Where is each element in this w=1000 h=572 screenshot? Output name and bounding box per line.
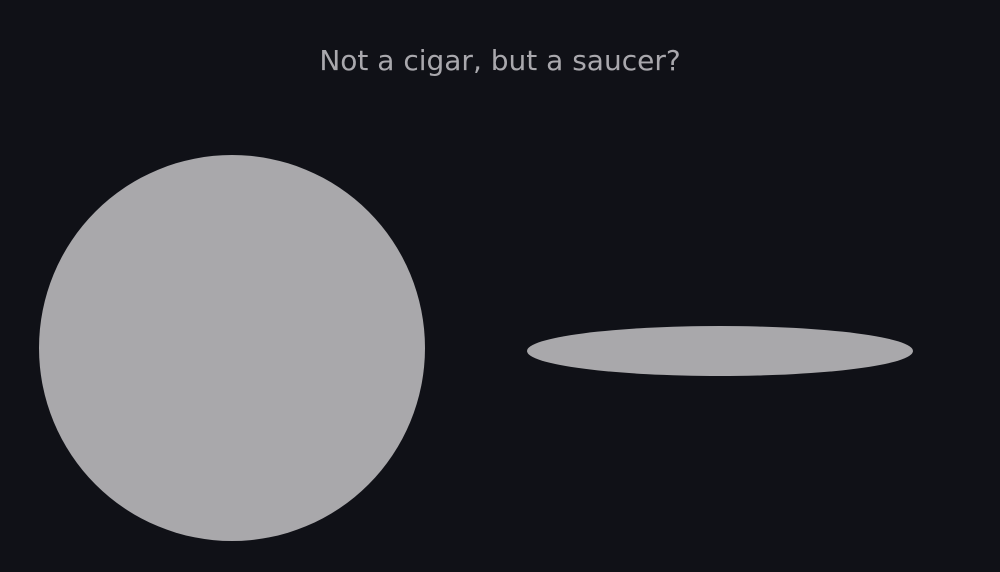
circle-shape bbox=[39, 155, 425, 541]
saucer-ellipse-shape bbox=[527, 326, 913, 376]
page-title: Not a cigar, but a saucer? bbox=[319, 44, 681, 77]
